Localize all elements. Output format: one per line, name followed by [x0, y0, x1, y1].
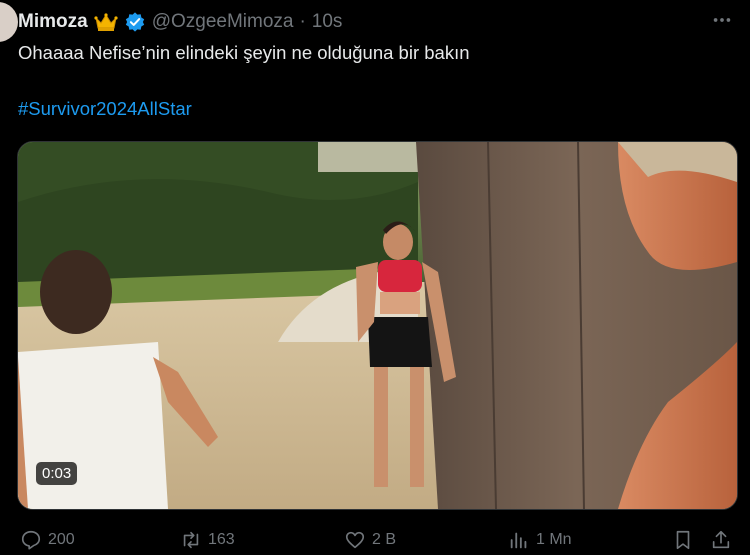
- user-handle[interactable]: @OzgeeMimoza: [152, 11, 294, 33]
- reply-count: 200: [48, 531, 75, 548]
- tweet-header: Mimoza @OzgeeMimoza · 10s: [18, 10, 342, 34]
- reply-icon: [21, 530, 41, 550]
- separator-dot: ·: [299, 11, 306, 32]
- bookmark-button[interactable]: [672, 526, 694, 554]
- share-icon: [712, 530, 730, 549]
- like-count: 2 B: [372, 531, 397, 548]
- like-button[interactable]: 2 B: [344, 526, 396, 554]
- verified-badge-icon: [124, 11, 146, 33]
- share-button[interactable]: [710, 526, 732, 554]
- tweet-text: Ohaaaa Nefise’nin elindeki şeyin ne oldu…: [18, 42, 470, 63]
- bookmark-icon: [676, 530, 690, 550]
- retweet-count: 163: [208, 531, 235, 548]
- retweet-button[interactable]: 163: [180, 526, 235, 554]
- hashtag-link[interactable]: #Survivor2024AllStar: [18, 98, 192, 120]
- like-icon: [345, 531, 365, 549]
- view-count: 1 Mn: [536, 531, 572, 548]
- avatar[interactable]: [0, 2, 18, 42]
- display-name[interactable]: Mimoza: [18, 11, 88, 33]
- retweet-icon: [183, 531, 199, 549]
- crown-icon: [94, 12, 118, 32]
- tweet-time[interactable]: 10s: [312, 11, 343, 33]
- video-duration-badge: 0:03: [36, 462, 78, 485]
- action-bar: 200 163 2 B 1 Mn: [0, 526, 750, 554]
- views-button[interactable]: 1 Mn: [508, 526, 572, 554]
- video-frame: [18, 142, 737, 509]
- views-icon: [510, 532, 527, 549]
- more-options-icon[interactable]: [710, 8, 734, 32]
- video-player[interactable]: [17, 141, 738, 510]
- reply-button[interactable]: 200: [20, 526, 75, 554]
